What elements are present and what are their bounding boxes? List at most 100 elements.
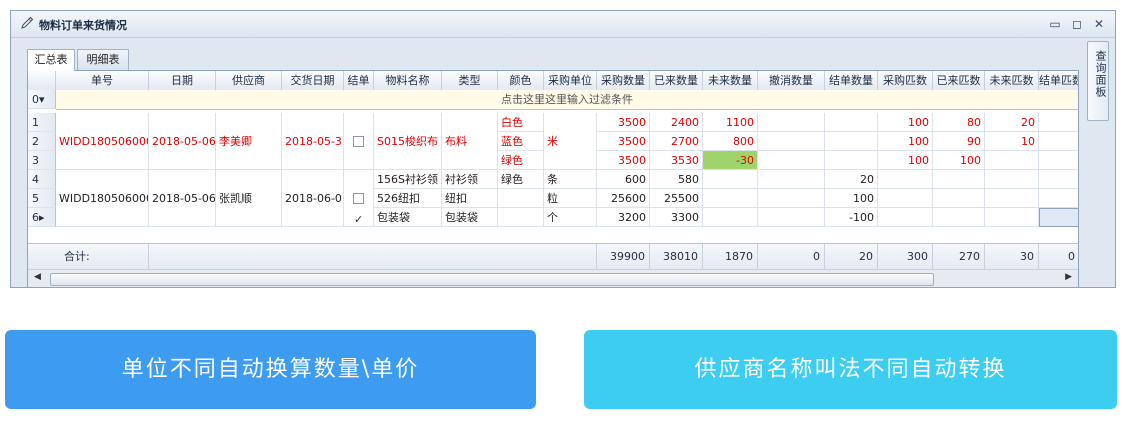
pending-rolls-cell[interactable] — [985, 208, 1039, 227]
close-qty-cell[interactable]: 100 — [825, 189, 878, 208]
pending-rolls-cell[interactable] — [985, 189, 1039, 208]
close-qty-cell[interactable] — [825, 113, 878, 132]
arrived-rolls-cell[interactable]: 80 — [933, 113, 985, 132]
focused-cell[interactable] — [1039, 208, 1078, 227]
cancel-qty-cell[interactable] — [758, 113, 825, 132]
pending-qty-cell[interactable] — [703, 170, 758, 189]
purchase-qty-cell[interactable]: 600 — [597, 170, 650, 189]
cancel-qty-cell[interactable] — [758, 189, 825, 208]
material-cell[interactable]: 156S衬衫领 — [374, 170, 442, 189]
arrived-rolls-cell[interactable] — [933, 170, 985, 189]
arrived-qty-cell[interactable]: 2400 — [650, 113, 703, 132]
query-panel-tab[interactable]: 查询面板 — [1087, 41, 1109, 121]
purchase-qty-cell[interactable]: 25600 — [597, 189, 650, 208]
arrived-rolls-cell[interactable] — [933, 208, 985, 227]
col-cancel-qty[interactable]: 撤消数量 — [758, 71, 825, 90]
pending-rolls-cell[interactable]: 10 — [985, 132, 1039, 151]
purchase-qty-cell[interactable]: 3500 — [597, 113, 650, 132]
color-cell[interactable]: 蓝色 — [498, 132, 544, 151]
material-cell[interactable]: 526纽扣 — [374, 189, 442, 208]
close-rolls-cell[interactable] — [1039, 170, 1078, 189]
tab-detail[interactable]: 明细表 — [77, 49, 129, 70]
delivery-date-cell[interactable]: 2018-06-01 — [282, 170, 344, 227]
purchase-qty-cell[interactable]: 3500 — [597, 132, 650, 151]
scroll-left-icon[interactable]: ◀ — [34, 272, 41, 282]
pending-qty-cell[interactable] — [703, 208, 758, 227]
arrived-qty-cell[interactable]: 580 — [650, 170, 703, 189]
pending-qty-cell[interactable]: 1100 — [703, 113, 758, 132]
arrived-rolls-cell[interactable]: 100 — [933, 151, 985, 170]
col-date[interactable]: 日期 — [149, 71, 216, 90]
order-no-cell[interactable]: WIDD1805060003 — [56, 170, 149, 227]
col-color[interactable]: 颜色 — [498, 71, 544, 90]
arrived-qty-cell[interactable]: 3300 — [650, 208, 703, 227]
close-qty-cell[interactable] — [825, 151, 878, 170]
material-cell[interactable]: S015梭织布 — [374, 113, 442, 170]
close-icon[interactable]: ✕ — [1091, 16, 1107, 32]
close-rolls-cell[interactable] — [1039, 132, 1078, 151]
purchase-rolls-cell[interactable] — [878, 170, 933, 189]
arrived-qty-cell[interactable]: 2700 — [650, 132, 703, 151]
color-cell[interactable]: 白色 — [498, 113, 544, 132]
arrived-qty-cell[interactable]: 25500 — [650, 189, 703, 208]
arrived-rolls-cell[interactable]: 90 — [933, 132, 985, 151]
close-qty-cell[interactable] — [825, 132, 878, 151]
col-pending-rolls[interactable]: 未来匹数 — [985, 71, 1039, 90]
supplier-cell[interactable]: 李美卿 — [216, 113, 282, 170]
unit-cell[interactable]: 个 — [544, 208, 597, 227]
pending-qty-cell[interactable]: -30 — [703, 151, 758, 170]
unit-cell[interactable]: 米 — [544, 113, 597, 170]
cancel-qty-cell[interactable] — [758, 208, 825, 227]
purchase-rolls-cell[interactable]: 100 — [878, 113, 933, 132]
close-rolls-cell[interactable] — [1039, 151, 1078, 170]
type-cell[interactable]: 包装袋 — [442, 208, 498, 227]
col-arrived-rolls[interactable]: 已来匹数 — [933, 71, 985, 90]
arrived-rolls-cell[interactable] — [933, 189, 985, 208]
type-cell[interactable]: 衬衫领 — [442, 170, 498, 189]
col-closed[interactable]: 结单 — [344, 71, 374, 90]
col-type[interactable]: 类型 — [442, 71, 498, 90]
cancel-qty-cell[interactable] — [758, 132, 825, 151]
pending-qty-cell[interactable] — [703, 189, 758, 208]
col-material[interactable]: 物料名称 — [374, 71, 442, 90]
minimize-icon[interactable]: ▭ — [1047, 16, 1063, 32]
closed-checkbox[interactable] — [353, 191, 364, 226]
purchase-rolls-cell[interactable]: 100 — [878, 132, 933, 151]
tab-summary[interactable]: 汇总表 — [27, 49, 75, 71]
scroll-right-icon[interactable]: ▶ — [1065, 272, 1072, 282]
close-rolls-cell[interactable] — [1039, 189, 1078, 208]
col-purchase-rolls[interactable]: 采购匹数 — [878, 71, 933, 90]
cancel-qty-cell[interactable] — [758, 151, 825, 170]
unit-cell[interactable]: 粒 — [544, 189, 597, 208]
col-supplier[interactable]: 供应商 — [216, 71, 282, 90]
pending-rolls-cell[interactable]: 20 — [985, 113, 1039, 132]
col-purchase-qty[interactable]: 采购数量 — [597, 71, 650, 90]
purchase-rolls-cell[interactable] — [878, 189, 933, 208]
pending-qty-cell[interactable]: 800 — [703, 132, 758, 151]
close-rolls-cell[interactable] — [1039, 113, 1078, 132]
type-cell[interactable]: 布料 — [442, 113, 498, 170]
color-cell[interactable] — [498, 208, 544, 227]
color-cell[interactable] — [498, 189, 544, 208]
col-order-no[interactable]: 单号 — [56, 71, 149, 90]
closed-checkbox[interactable] — [353, 136, 364, 147]
supplier-cell[interactable]: 张凯顺 — [216, 170, 282, 227]
type-cell[interactable]: 纽扣 — [442, 189, 498, 208]
order-no-cell[interactable]: WIDD1805060002 — [56, 113, 149, 170]
restore-icon[interactable]: ◻ — [1069, 16, 1085, 32]
delivery-date-cell[interactable]: 2018-05-31 — [282, 113, 344, 170]
material-cell[interactable]: 包装袋 — [374, 208, 442, 227]
date-cell[interactable]: 2018-05-06 — [149, 113, 216, 170]
filter-input[interactable]: 点击这里这里输入过滤条件 — [56, 90, 1078, 110]
purchase-qty-cell[interactable]: 3200 — [597, 208, 650, 227]
col-arrived-qty[interactable]: 已来数量 — [650, 71, 703, 90]
unit-cell[interactable]: 条 — [544, 170, 597, 189]
close-qty-cell[interactable]: -100 — [825, 208, 878, 227]
close-qty-cell[interactable]: 20 — [825, 170, 878, 189]
cancel-qty-cell[interactable] — [758, 170, 825, 189]
purchase-rolls-cell[interactable] — [878, 208, 933, 227]
col-close-qty[interactable]: 结单数量 — [825, 71, 878, 90]
purchase-qty-cell[interactable]: 3500 — [597, 151, 650, 170]
horizontal-scrollbar[interactable]: ◀ ▶ — [28, 269, 1078, 287]
col-pending-qty[interactable]: 未来数量 — [703, 71, 758, 90]
